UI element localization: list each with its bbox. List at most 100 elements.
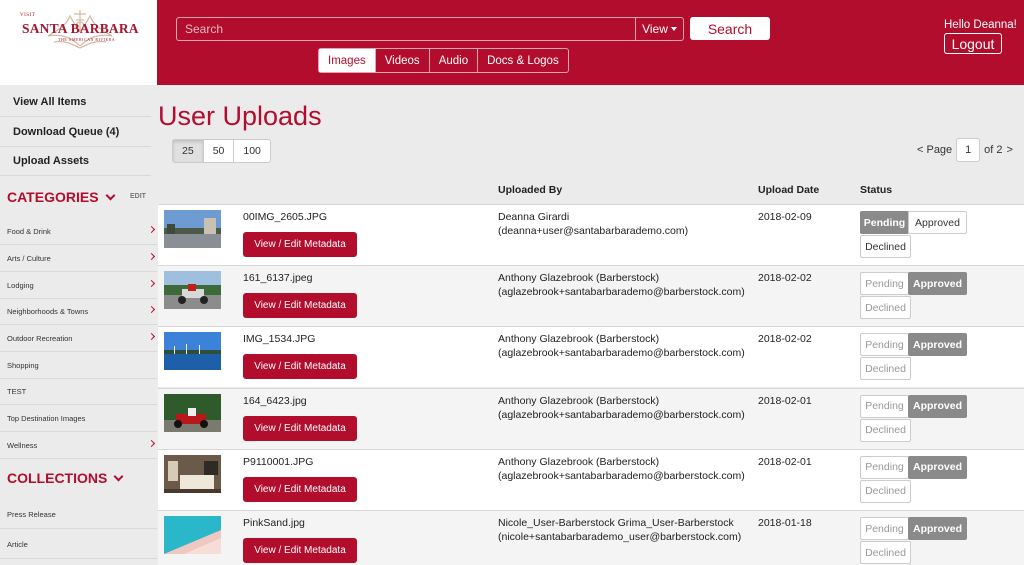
file-name: 161_6137.jpeg bbox=[243, 272, 313, 285]
category-food-drink[interactable]: Food & Drink bbox=[0, 218, 157, 245]
upload-date: 2018-01-18 bbox=[758, 517, 812, 529]
page-number-input[interactable]: 1 bbox=[956, 138, 981, 162]
status-pending-button[interactable]: Pending bbox=[860, 333, 909, 357]
status-approved-button[interactable]: Approved bbox=[908, 272, 967, 296]
uploader-name: Anthony Glazebrook (Barberstock) bbox=[498, 455, 660, 468]
category-label: Neighborhoods & Towns bbox=[7, 306, 89, 316]
view-edit-metadata-button[interactable]: View / Edit Metadata bbox=[243, 232, 357, 257]
upload-date: 2018-02-09 bbox=[758, 211, 812, 223]
status-declined-button[interactable]: Declined bbox=[860, 479, 911, 503]
view-edit-metadata-button[interactable]: View / Edit Metadata bbox=[243, 415, 357, 441]
table-row: 164_6423.jpg View / Edit Metadata Anthony … bbox=[158, 387, 1024, 449]
uploader-name: Nicole_User-Barberstock Grima_User-Barbe… bbox=[498, 517, 734, 529]
status-declined-button[interactable]: Declined bbox=[860, 541, 911, 564]
asset-thumbnail[interactable] bbox=[164, 516, 221, 554]
view-dropdown[interactable]: View bbox=[635, 17, 684, 41]
column-header-status: Status bbox=[860, 184, 893, 196]
upload-date: 2018-02-02 bbox=[758, 272, 812, 285]
per-page-25-button[interactable]: 25 bbox=[173, 140, 204, 162]
chevron-right-icon bbox=[147, 332, 156, 341]
status-pending-button[interactable]: Pending bbox=[860, 272, 909, 296]
tab-videos[interactable]: Videos bbox=[376, 49, 430, 72]
brand-logo[interactable]: VISIT SANTA BARBARA THE AMERICAN RIVIERA bbox=[0, 0, 157, 85]
status-approved-button[interactable]: Approved bbox=[908, 211, 967, 234]
tab-docs-logos[interactable]: Docs & Logos bbox=[478, 49, 568, 72]
uploader-email: (nicole+santabarbarademo_user@barberstoc… bbox=[498, 531, 742, 543]
asset-thumbnail[interactable] bbox=[164, 454, 221, 493]
search-button[interactable]: Search bbox=[690, 17, 770, 40]
category-label: Food & Drink bbox=[7, 226, 51, 236]
status-declined-button[interactable]: Declined bbox=[860, 235, 911, 258]
asset-thumbnail[interactable] bbox=[164, 393, 221, 432]
logout-button[interactable]: Logout bbox=[944, 33, 1002, 54]
asset-thumbnail[interactable] bbox=[164, 210, 221, 248]
uploader-email: (deanna+user@santabarbarademo.com) bbox=[498, 225, 689, 237]
categories-heading[interactable]: CATEGORIES bbox=[7, 189, 115, 205]
sidebar-view-all-items[interactable]: View All Items bbox=[0, 88, 151, 117]
status-pending-button[interactable]: Pending bbox=[860, 211, 909, 234]
category-label: Lodging bbox=[7, 280, 34, 290]
collection-article[interactable]: Article bbox=[0, 530, 157, 559]
collection-press-release[interactable]: Press Release bbox=[0, 500, 157, 529]
collection-label: Article bbox=[7, 539, 28, 549]
view-edit-metadata-button[interactable]: View / Edit Metadata bbox=[243, 354, 357, 380]
category-arts-culture[interactable]: Arts / Culture bbox=[0, 245, 157, 272]
categories-edit-link[interactable]: EDIT bbox=[130, 193, 146, 200]
table-row: PinkSand.jpg View / Edit Metadata Nicole_U… bbox=[158, 510, 1024, 565]
chevron-right-icon bbox=[147, 252, 156, 261]
chevron-down-icon bbox=[105, 190, 115, 200]
category-test[interactable]: TEST bbox=[0, 378, 157, 405]
asset-thumbnail[interactable] bbox=[164, 332, 221, 371]
sidebar-download-queue[interactable]: Download Queue (4) bbox=[0, 118, 151, 147]
file-name: PinkSand.jpg bbox=[243, 517, 305, 529]
per-page-selector: 25 50 100 bbox=[172, 139, 271, 163]
view-edit-metadata-button[interactable]: View / Edit Metadata bbox=[243, 476, 357, 502]
status-approved-button[interactable]: Approved bbox=[908, 333, 967, 357]
view-edit-metadata-button[interactable]: View / Edit Metadata bbox=[243, 293, 357, 319]
asset-thumbnail[interactable] bbox=[164, 271, 221, 310]
tab-images[interactable]: Images bbox=[319, 49, 376, 72]
prev-page-link[interactable]: < Page bbox=[917, 144, 952, 156]
sidebar-upload-assets[interactable]: Upload Assets bbox=[0, 147, 151, 176]
status-declined-button[interactable]: Declined bbox=[860, 357, 911, 381]
status-approved-button[interactable]: Approved bbox=[908, 394, 967, 418]
uploader-email: (aglazebrook+santabarbarademo@barberstoc… bbox=[498, 286, 745, 299]
collections-heading[interactable]: COLLECTIONS bbox=[7, 470, 124, 486]
media-type-tabs: Images Videos Audio Docs & Logos bbox=[318, 48, 569, 73]
column-header-uploaded-by: Uploaded By bbox=[498, 184, 563, 196]
category-neighborhoods-towns[interactable]: Neighborhoods & Towns bbox=[0, 298, 157, 325]
per-page-50-button[interactable]: 50 bbox=[204, 140, 235, 162]
next-page-link[interactable]: > bbox=[1007, 144, 1013, 156]
category-top-destination-images[interactable]: Top Destination Images bbox=[0, 405, 157, 432]
status-pending-button[interactable]: Pending bbox=[860, 455, 909, 479]
uploader-email: (aglazebrook+santabarbarademo@barberstoc… bbox=[498, 408, 745, 421]
per-page-100-button[interactable]: 100 bbox=[234, 140, 270, 162]
uploader-name: Deanna Girardi bbox=[498, 211, 570, 223]
category-outdoor-recreation[interactable]: Outdoor Recreation bbox=[0, 325, 157, 352]
tab-audio[interactable]: Audio bbox=[430, 49, 479, 72]
status-approved-button[interactable]: Approved bbox=[908, 517, 967, 540]
status-declined-button[interactable]: Declined bbox=[860, 296, 911, 320]
table-row: 00IMG_2605.JPG View / Edit Metadata Deanna… bbox=[158, 204, 1024, 265]
pagination: < Page 1 of 2 > bbox=[917, 138, 1013, 162]
search-input[interactable] bbox=[176, 17, 636, 41]
file-name: 00IMG_2605.JPG bbox=[243, 211, 328, 223]
logo-tagline-text: THE AMERICAN RIVIERA bbox=[58, 37, 116, 42]
category-wellness[interactable]: Wellness bbox=[0, 432, 157, 459]
table-row: P9110001.JPG View / Edit Metadata Anthony … bbox=[158, 448, 1024, 510]
uploader-email: (aglazebrook+santabarbarademo@barberstoc… bbox=[498, 347, 745, 360]
view-edit-metadata-button[interactable]: View / Edit Metadata bbox=[243, 538, 357, 563]
status-approved-button[interactable]: Approved bbox=[908, 455, 967, 479]
sidebar: View All Items Download Queue (4) Upload… bbox=[0, 85, 157, 565]
uploader-name: Anthony Glazebrook (Barberstock) bbox=[498, 333, 660, 346]
status-pending-button[interactable]: Pending bbox=[860, 517, 909, 540]
status-declined-button[interactable]: Declined bbox=[860, 418, 911, 442]
status-pending-button[interactable]: Pending bbox=[860, 394, 909, 418]
table-row: 161_6137.jpeg View / Edit Metadata Anthony… bbox=[158, 265, 1024, 327]
category-shopping[interactable]: Shopping bbox=[0, 352, 157, 379]
collections-heading-label: COLLECTIONS bbox=[7, 470, 108, 486]
column-header-upload-date: Upload Date bbox=[758, 184, 820, 196]
collection-label: Press Release bbox=[7, 509, 56, 519]
page-count: of 2 bbox=[984, 144, 1003, 156]
category-lodging[interactable]: Lodging bbox=[0, 272, 157, 299]
